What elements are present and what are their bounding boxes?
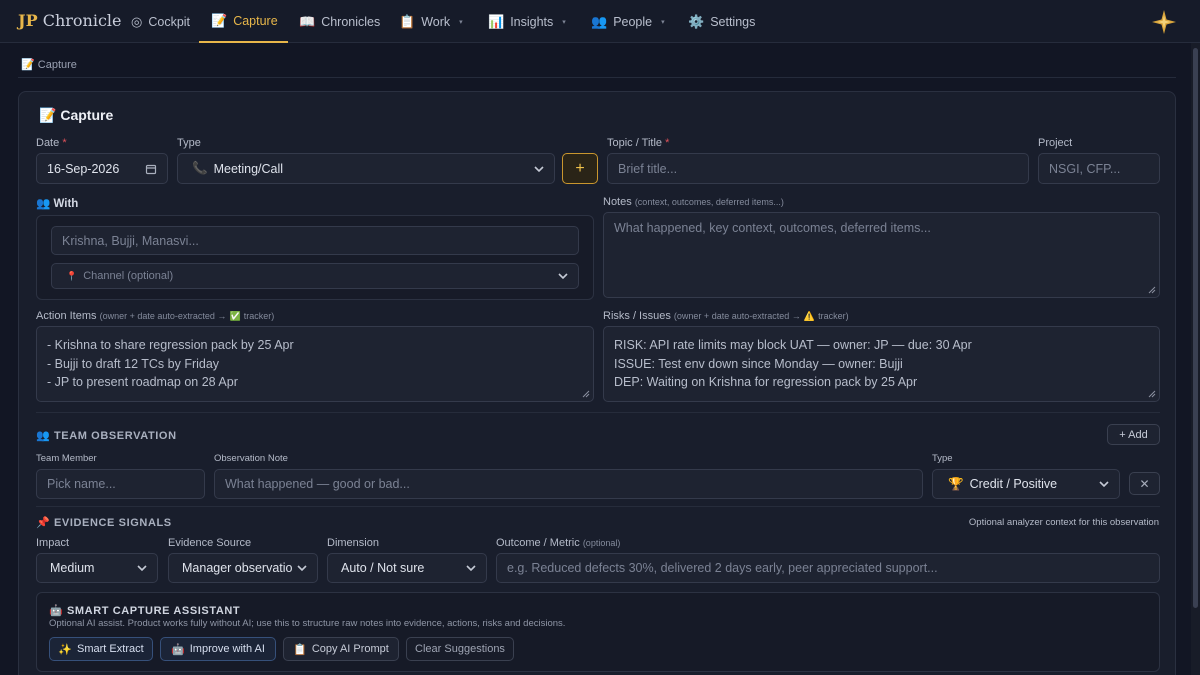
robot-icon: 🤖	[171, 643, 185, 656]
with-input[interactable]: Krishna, Bujji, Manasvi...	[51, 226, 579, 255]
risks-textarea[interactable]: RISK: API rate limits may block UAT — ow…	[603, 326, 1160, 402]
remove-observation-button[interactable]: ✕	[1129, 472, 1160, 495]
calendar-icon[interactable]	[145, 163, 157, 175]
outcome-label: Outcome / Metric (optional)	[496, 537, 621, 549]
with-label: 👥 With	[36, 198, 79, 210]
phone-icon: 📞	[192, 161, 208, 175]
sparkles-icon: ✨	[58, 643, 73, 656]
team-observation-title: 👥 TEAM OBSERVATION	[36, 430, 177, 442]
resize-handle-icon[interactable]	[1148, 390, 1156, 398]
date-input[interactable]: 16-Sep-2026	[36, 153, 168, 184]
chevron-down-icon: ▾	[459, 18, 463, 26]
clipboard-icon: 📋	[293, 643, 307, 656]
action-items-label: Action Items (owner + date auto-extracte…	[36, 310, 275, 322]
evidence-hint: Optional analyzer context for this obser…	[968, 517, 1159, 528]
chevron-down-icon	[1099, 481, 1109, 488]
divider	[36, 506, 1160, 507]
outcome-input[interactable]: e.g. Reduced defects 30%, delivered 2 da…	[496, 553, 1160, 583]
pushpin-icon: 📌	[36, 517, 51, 529]
clear-suggestions-button[interactable]: Clear Suggestions	[406, 637, 514, 661]
divider	[18, 77, 1176, 78]
project-input[interactable]: NSGI, CFP...	[1038, 153, 1160, 184]
observation-note-input[interactable]: What happened — good or bad...	[214, 469, 923, 499]
chevron-down-icon: ▾	[661, 18, 665, 26]
nav-settings[interactable]: ⚙️ Settings	[688, 0, 755, 43]
nav-insights[interactable]: 📊 Insights ▾	[488, 0, 566, 43]
risks-label: Risks / Issues (owner + date auto-extrac…	[603, 310, 849, 322]
smart-extract-button[interactable]: ✨ Smart Extract	[49, 637, 153, 661]
divider	[36, 412, 1160, 413]
copy-ai-prompt-button[interactable]: 📋 Copy AI Prompt	[283, 637, 399, 661]
date-label: Date *	[36, 137, 67, 149]
people-icon: 👥	[36, 430, 51, 442]
people-icon: 👥	[591, 13, 608, 29]
notes-textarea[interactable]: What happened, key context, outcomes, de…	[603, 212, 1160, 298]
app-logo[interactable]: JP Chronicle	[18, 11, 122, 30]
resize-handle-icon[interactable]	[1148, 286, 1156, 294]
nav-work[interactable]: 📋 Work ▾	[399, 0, 463, 43]
gear-icon: ⚙️	[688, 13, 705, 29]
improve-with-ai-button[interactable]: 🤖 Improve with AI	[160, 637, 276, 661]
dimension-label: Dimension	[327, 537, 379, 549]
memo-icon: 📝	[21, 59, 35, 71]
assistant-description: Optional AI assist. Product works fully …	[49, 618, 566, 629]
add-observation-button[interactable]: + Add	[1107, 424, 1160, 445]
observation-type-select[interactable]: 🏆 Credit / Positive	[932, 469, 1120, 499]
type-select[interactable]: 📞 Meeting/Call	[177, 153, 555, 184]
evidence-source-label: Evidence Source	[168, 537, 252, 549]
memo-icon: 📝	[39, 107, 57, 123]
checkbox-icon: ✅	[229, 311, 241, 321]
page-title: 📝 Capture	[39, 107, 114, 123]
channel-select[interactable]: 📍 Channel (optional)	[51, 263, 579, 289]
capture-panel: 📝 Capture Date * Type Topic / Title * Pr…	[18, 91, 1176, 675]
assistant-title: 🤖 SMART CAPTURE ASSISTANT	[49, 605, 241, 617]
type-label: Type	[177, 137, 201, 149]
action-items-textarea[interactable]: - Krishna to share regression pack by 25…	[36, 326, 594, 402]
impact-select[interactable]: Medium	[36, 553, 158, 583]
top-nav: JP Chronicle ◎ Cockpit 📝 Capture 📖 Chronicl…	[0, 0, 1200, 43]
add-type-button[interactable]: +	[562, 153, 598, 184]
chevron-down-icon	[558, 273, 568, 280]
robot-icon: 🤖	[49, 605, 64, 617]
evidence-source-select[interactable]: Manager observation	[168, 553, 318, 583]
clipboard-icon: 📋	[399, 13, 416, 29]
dimension-select[interactable]: Auto / Not sure	[327, 553, 487, 583]
resize-handle-icon[interactable]	[582, 390, 590, 398]
chevron-down-icon	[466, 565, 476, 572]
book-icon: 📖	[299, 13, 316, 29]
observation-type-label: Type	[932, 453, 953, 464]
breadcrumb: 📝 Capture	[21, 59, 77, 71]
nav-cockpit[interactable]: ◎ Cockpit	[131, 0, 190, 43]
chevron-down-icon	[297, 565, 307, 572]
nav-chronicles[interactable]: 📖 Chronicles	[299, 0, 380, 43]
scrollbar-thumb[interactable]	[1193, 48, 1198, 608]
notes-label: Notes (context, outcomes, deferred items…	[603, 196, 784, 208]
nav-people[interactable]: 👥 People ▾	[591, 0, 665, 43]
nav-capture[interactable]: 📝 Capture	[199, 0, 288, 43]
sparkle-icon[interactable]	[1151, 9, 1177, 35]
chevron-down-icon	[137, 565, 147, 572]
chevron-down-icon: ▾	[562, 18, 566, 26]
evidence-signals-title: 📌 EVIDENCE SIGNALS	[36, 517, 172, 529]
warning-icon: ⚠️	[803, 311, 816, 321]
memo-icon: 📝	[211, 12, 228, 28]
topic-input[interactable]: Brief title...	[607, 153, 1029, 184]
people-icon: 👥	[36, 198, 51, 210]
observation-note-label: Observation Note	[214, 453, 288, 464]
project-label: Project	[1038, 137, 1073, 149]
pin-icon: 📍	[66, 270, 78, 281]
chevron-down-icon	[534, 165, 544, 172]
cockpit-icon: ◎	[131, 13, 143, 29]
team-member-input[interactable]: Pick name...	[36, 469, 205, 499]
impact-label: Impact	[36, 537, 70, 549]
trophy-icon: 🏆	[948, 476, 964, 491]
smart-capture-assistant: 🤖 SMART CAPTURE ASSISTANT Optional AI as…	[36, 592, 1160, 672]
bar-chart-icon: 📊	[488, 13, 505, 29]
team-member-label: Team Member	[36, 453, 97, 464]
with-box: Krishna, Bujji, Manasvi... 📍 Channel (opt…	[36, 215, 594, 300]
topic-label: Topic / Title *	[607, 137, 670, 149]
